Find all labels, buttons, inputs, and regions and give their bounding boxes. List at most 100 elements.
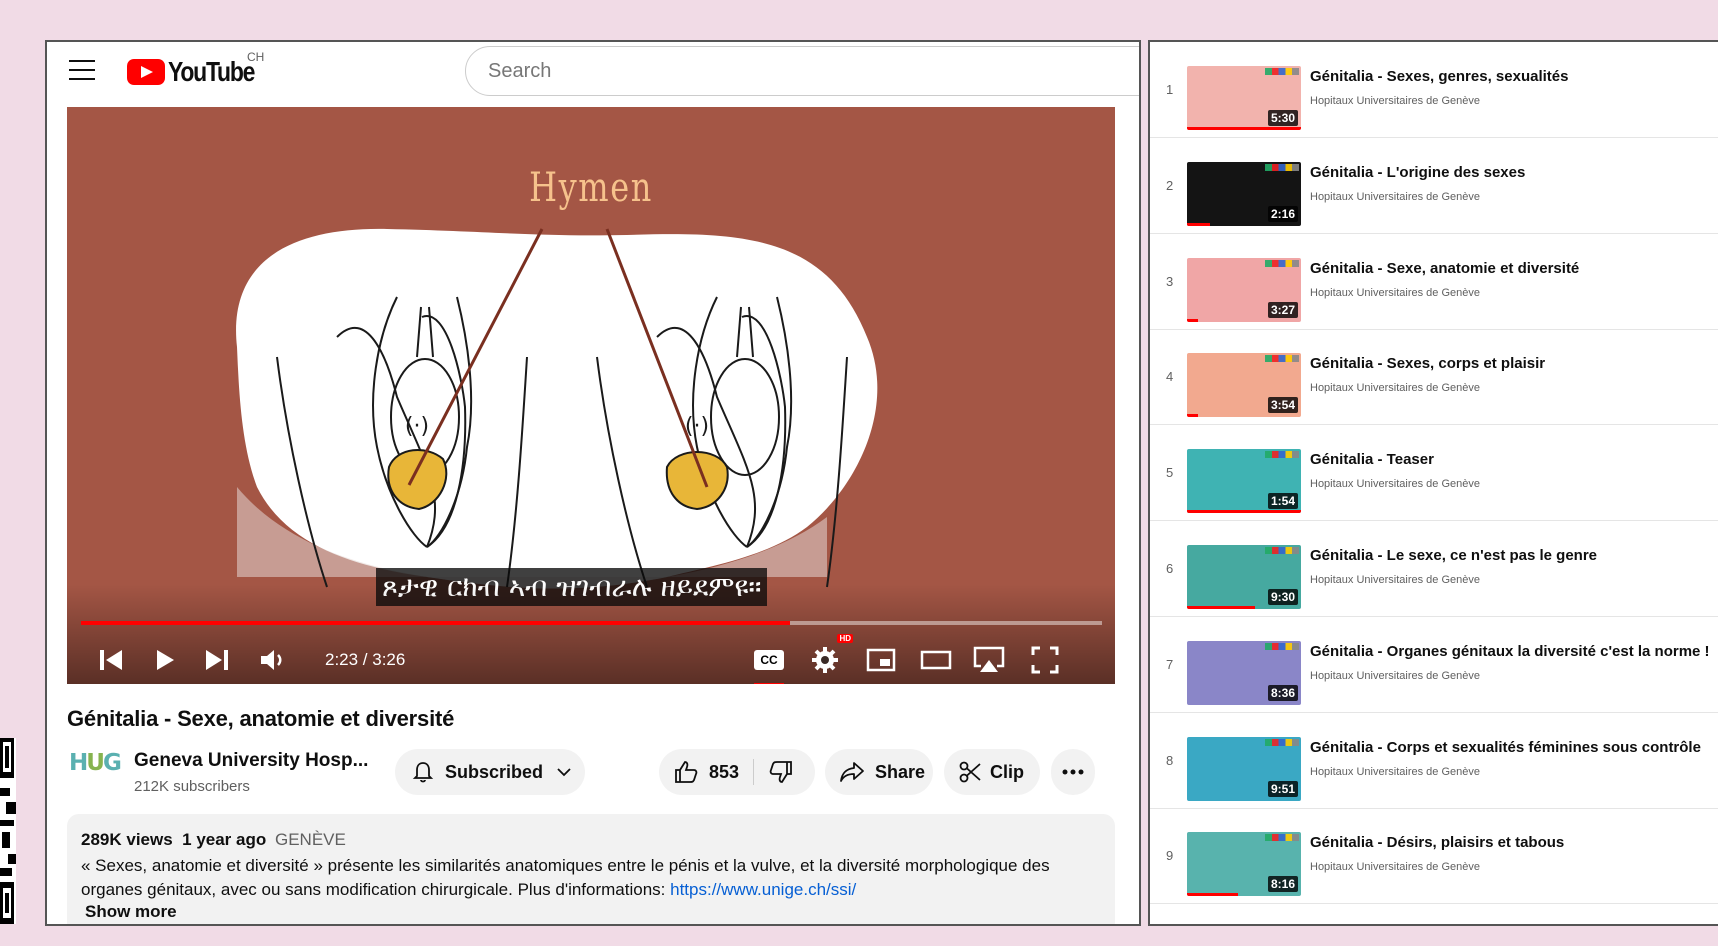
like-dislike-group: 853 [659, 749, 815, 795]
more-horizontal-icon [1062, 769, 1084, 775]
playlist-thumbnail[interactable]: 9:30 [1187, 545, 1301, 609]
top-bar: YouTube CH [47, 42, 1139, 104]
seek-bar[interactable] [81, 621, 1102, 625]
watched-progress [1187, 222, 1210, 226]
next-icon [206, 650, 228, 670]
previous-button[interactable] [97, 640, 125, 680]
watched-progress [1187, 510, 1301, 514]
next-button[interactable] [203, 640, 231, 680]
volume-icon [261, 650, 282, 670]
watched-progress [1187, 127, 1301, 130]
video-duration: 9:30 [1267, 589, 1298, 605]
playlist-thumbnail[interactable]: 9:51 [1187, 736, 1301, 801]
playlist-item-title[interactable]: Génitalia - Teaser [1310, 451, 1434, 468]
video-duration: 8:16 [1267, 876, 1298, 893]
language-flags-icon [1265, 355, 1299, 363]
seek-bar-played [81, 621, 790, 625]
scissors-icon [959, 761, 981, 783]
subscribed-button[interactable]: Subscribed [395, 749, 585, 795]
clip-button[interactable]: Clip [944, 749, 1040, 795]
volume-button[interactable] [257, 640, 289, 680]
clip-label: Clip [990, 761, 1024, 782]
like-button[interactable]: 853 [673, 759, 739, 785]
video-duration: 3:27 [1267, 301, 1298, 318]
playlist-thumbnail[interactable]: 3:27 [1187, 257, 1301, 322]
playlist-thumbnail[interactable]: 8:36 [1187, 640, 1301, 705]
search-input[interactable] [486, 59, 1090, 84]
theater-mode-icon [920, 650, 952, 670]
playlist-item-title[interactable]: Génitalia - Désirs, plaisirs et tabous [1310, 834, 1564, 851]
video-duration: 3:54 [1267, 397, 1298, 414]
gear-icon [812, 647, 838, 673]
hd-badge: HD [837, 634, 853, 643]
playlist-thumbnail[interactable]: 3:54 [1187, 353, 1301, 418]
bell-icon [412, 762, 434, 783]
share-button[interactable]: Share [825, 749, 933, 795]
playlist-item-channel: Hopitaux Universitaires de Genève [1310, 669, 1480, 682]
playlist-thumbnail[interactable]: 2:16 [1187, 161, 1301, 226]
playlist-item-title[interactable]: Génitalia - Sexes, corps et plaisir [1310, 355, 1545, 372]
playlist-thumbnail[interactable]: 5:30 [1187, 66, 1301, 130]
language-flags-icon [1265, 547, 1299, 554]
playlist-item-channel: Hopitaux Universitaires de Genève [1310, 382, 1480, 395]
playlist-item-title[interactable]: Génitalia - Sexe, anatomie et diversité [1310, 260, 1579, 277]
video-duration: 9:51 [1267, 780, 1298, 797]
svg-text:(·): (·) [405, 414, 429, 439]
playlist-item[interactable]: 7 8:36 Génitalia - Organes génitaux la div… [1150, 617, 1718, 713]
share-icon [840, 762, 864, 782]
language-flags-icon [1265, 259, 1299, 267]
description-box[interactable]: 289K views 1 year ago GENÈVE « Sexes, an… [67, 814, 1115, 924]
settings-button[interactable]: HD [809, 634, 853, 680]
playlist-item-channel: Hopitaux Universitaires de Genève [1310, 190, 1480, 203]
playlist-item[interactable]: 8 9:51 Génitalia - Corps et sexualités fém… [1150, 713, 1718, 809]
playlist-thumbnail[interactable]: 8:16 [1187, 832, 1301, 897]
description-meta: 289K views 1 year ago GENÈVE [81, 830, 346, 850]
airplay-icon [973, 646, 1005, 672]
theater-mode-button[interactable] [919, 640, 953, 680]
show-more-button[interactable]: Show more [85, 902, 177, 922]
video-player[interactable]: (·) (·) Hymen ጾታዊ ርክብ ኣብ ዝገብራሉ ዘይደምዩ። 2:… [67, 107, 1115, 684]
playlist-item[interactable]: 5 1:54 Génitalia - Teaser Hopitaux Universi… [1150, 425, 1718, 522]
playlist-index: 9 [1166, 848, 1174, 864]
watched-progress [1187, 893, 1239, 897]
language-flags-icon [1265, 163, 1299, 171]
language-flags-icon [1265, 738, 1299, 746]
view-count: 289K views [81, 830, 173, 849]
playlist-item[interactable]: 3 3:27 Génitalia - Sexe, anatomie et diver… [1150, 234, 1718, 330]
playlist-item[interactable]: 6 9:30 Génitalia - Le sexe, ce n'est pas l… [1150, 521, 1718, 617]
playlist-item-title[interactable]: Génitalia - Sexes, genres, sexualités [1310, 68, 1568, 85]
fullscreen-button[interactable] [1029, 640, 1061, 680]
playlist-item-channel: Hopitaux Universitaires de Genève [1310, 574, 1480, 586]
captions-button[interactable]: CC [752, 640, 786, 684]
thumbs-up-icon [675, 761, 698, 783]
playlist-index: 7 [1166, 656, 1174, 672]
video-title: Génitalia - Sexe, anatomie et diversité [67, 706, 455, 731]
video-duration: 8:36 [1267, 684, 1298, 701]
playlist-item[interactable]: 4 3:54 Génitalia - Sexes, corps et plaisir… [1150, 329, 1718, 426]
location-tag[interactable]: GENÈVE [275, 830, 346, 849]
playlist-item-title[interactable]: Génitalia - Organes génitaux la diversit… [1310, 643, 1710, 660]
airplay-button[interactable] [971, 640, 1007, 680]
thumbs-down-icon[interactable] [768, 759, 794, 785]
search-box[interactable] [465, 46, 1139, 96]
miniplayer-button[interactable] [865, 640, 897, 680]
like-divider [753, 759, 755, 785]
playlist-item-title[interactable]: Génitalia - L'origine des sexes [1310, 164, 1525, 181]
playlist-item-title[interactable]: Génitalia - Corps et sexualités féminine… [1310, 739, 1701, 756]
playlist-index: 3 [1166, 273, 1174, 289]
channel-avatar[interactable]: HUG [69, 750, 122, 776]
play-button[interactable] [151, 640, 179, 680]
playlist-index: 4 [1166, 369, 1174, 385]
more-actions-button[interactable] [1051, 749, 1095, 795]
region-code: CH [247, 50, 265, 64]
playlist-item-title[interactable]: Génitalia - Le sexe, ce n'est pas le gen… [1310, 547, 1597, 564]
channel-name[interactable]: Geneva University Hosp... [134, 750, 368, 772]
playlist-item[interactable]: 2 2:16 Génitalia - L'origine des sexes Hopi… [1150, 138, 1718, 234]
playlist-item[interactable]: 9 8:16 Génitalia - Désirs, plaisirs et tab… [1150, 808, 1718, 905]
playlist-item[interactable]: 1 5:30 Génitalia - Sexes, genres, sexualit… [1150, 42, 1718, 138]
language-flags-icon [1265, 451, 1299, 459]
playlist-thumbnail[interactable]: 1:54 [1187, 449, 1301, 514]
hamburger-menu-icon[interactable] [69, 60, 95, 82]
playlist-index: 6 [1166, 561, 1174, 576]
description-link[interactable]: https://www.unige.ch/ssi/ [670, 880, 856, 899]
